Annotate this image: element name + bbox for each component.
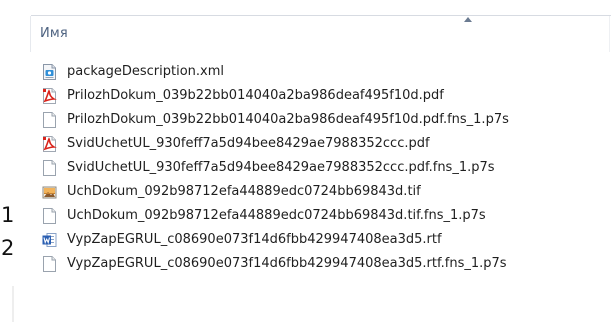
side-number-1: 1: [1, 203, 15, 227]
file-name: SvidUchetUL_930feff7a5d94bee8429ae798835…: [67, 136, 430, 151]
side-number-2: 2: [1, 236, 15, 260]
pdf-file-icon: [42, 88, 57, 104]
file-row[interactable]: packageDescription.xml: [42, 60, 607, 84]
left-edge: [12, 286, 14, 322]
top-strip: [0, 0, 611, 10]
column-divider[interactable]: [609, 16, 610, 52]
file-row[interactable]: VypZapEGRUL_c08690e073f14d6fbb429947408e…: [42, 228, 607, 252]
file-list: packageDescription.xml PrilozhDokum_039b…: [42, 60, 607, 276]
file-row[interactable]: PrilozhDokum_039b22bb014040a2ba986deaf49…: [42, 84, 607, 108]
file-name: PrilozhDokum_039b22bb014040a2ba986deaf49…: [67, 112, 509, 127]
xml-file-icon: [42, 64, 57, 80]
blank-file-icon: [42, 256, 57, 272]
file-row[interactable]: VypZapEGRUL_c08690e073f14d6fbb429947408e…: [42, 252, 607, 276]
name-column-header[interactable]: Имя: [40, 26, 68, 41]
pdf-file-icon: [42, 136, 57, 152]
file-row[interactable]: PrilozhDokum_039b22bb014040a2ba986deaf49…: [42, 108, 607, 132]
file-name: VypZapEGRUL_c08690e073f14d6fbb429947408e…: [67, 232, 442, 247]
blank-file-icon: [42, 208, 57, 224]
column-header: Имя: [30, 15, 611, 52]
file-name: UchDokum_092b98712efa44889edc0724bb69843…: [67, 184, 421, 199]
file-row[interactable]: UchDokum_092b98712efa44889edc0724bb69843…: [42, 180, 607, 204]
sort-ascending-icon: [464, 17, 472, 22]
file-name: PrilozhDokum_039b22bb014040a2ba986deaf49…: [67, 88, 444, 103]
word-file-icon: [42, 232, 57, 248]
file-name: VypZapEGRUL_c08690e073f14d6fbb429947408e…: [67, 256, 507, 271]
file-row[interactable]: SvidUchetUL_930feff7a5d94bee8429ae798835…: [42, 156, 607, 180]
blank-file-icon: [42, 160, 57, 176]
column-divider[interactable]: [30, 16, 31, 52]
image-file-icon: [42, 184, 57, 200]
file-row[interactable]: UchDokum_092b98712efa44889edc0724bb69843…: [42, 204, 607, 228]
file-row[interactable]: SvidUchetUL_930feff7a5d94bee8429ae798835…: [42, 132, 607, 156]
file-name: packageDescription.xml: [67, 64, 225, 79]
blank-file-icon: [42, 112, 57, 128]
file-name: SvidUchetUL_930feff7a5d94bee8429ae798835…: [67, 160, 495, 175]
file-name: UchDokum_092b98712efa44889edc0724bb69843…: [67, 208, 486, 223]
